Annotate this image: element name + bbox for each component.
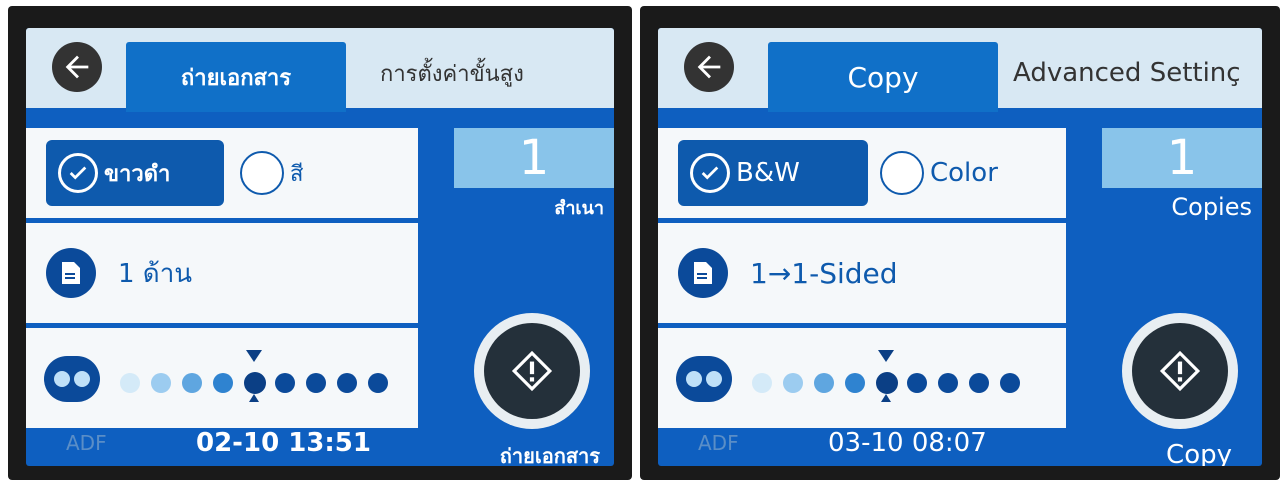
- density-dot[interactable]: [151, 373, 171, 393]
- copies-count[interactable]: 1: [454, 128, 614, 188]
- density-dot[interactable]: [182, 373, 202, 393]
- density-dot[interactable]: [783, 373, 803, 393]
- density-panel[interactable]: [26, 328, 418, 428]
- start-copy-button[interactable]: [474, 313, 590, 429]
- status-bar: ADF 02-10 13:51: [26, 420, 418, 466]
- back-arrow-icon: [697, 55, 721, 79]
- right-printer-screen: Copy Advanced Settinç B&W Color 1→1-Side…: [658, 28, 1262, 466]
- density-dot[interactable]: [752, 373, 772, 393]
- density-dot[interactable]: [969, 373, 989, 393]
- sided-label: 1→1-Sided: [750, 256, 898, 290]
- sided-panel[interactable]: 1→1-Sided: [658, 223, 1066, 323]
- right-printer-photo: Copy Advanced Settinç B&W Color 1→1-Side…: [640, 6, 1280, 480]
- tab-advanced-settings[interactable]: การตั้งค่าขั้นสูง: [356, 44, 614, 102]
- density-marker-icon: [881, 394, 891, 402]
- radio-ring-icon: [240, 151, 284, 195]
- start-label: Copy: [1166, 440, 1232, 466]
- adf-indicator: ADF: [698, 431, 739, 455]
- color-option[interactable]: Color: [880, 148, 998, 198]
- bw-label: ขาวดำ: [104, 161, 171, 187]
- color-mode-panel: B&W Color: [658, 128, 1066, 218]
- density-panel[interactable]: [658, 328, 1066, 428]
- bw-option[interactable]: B&W: [678, 140, 868, 206]
- document-icon: [46, 248, 96, 298]
- tab-copy[interactable]: Copy: [768, 42, 998, 112]
- density-dot[interactable]: [845, 373, 865, 393]
- color-label: Color: [930, 158, 998, 188]
- density-dot[interactable]: [938, 373, 958, 393]
- start-copy-icon: [511, 350, 553, 392]
- back-button[interactable]: [52, 42, 102, 92]
- document-icon: [678, 248, 728, 298]
- density-marker-icon: [246, 350, 262, 362]
- density-marker-icon: [878, 350, 894, 362]
- copies-label: Copies: [1171, 193, 1252, 221]
- sided-label: 1 ด้าน: [118, 258, 193, 289]
- density-dot[interactable]: [1000, 373, 1020, 393]
- left-printer-photo: ถ่ายเอกสาร การตั้งค่าขั้นสูง ขาวดำ สี 1 …: [8, 6, 632, 480]
- density-dot[interactable]: [275, 373, 295, 393]
- adf-indicator: ADF: [66, 431, 107, 455]
- start-label: ถ่ายเอกสาร: [499, 444, 600, 466]
- density-icon: [44, 356, 100, 402]
- tab-advanced-settings[interactable]: Advanced Settinç: [1003, 44, 1262, 102]
- date-time: 03-10 08:07: [828, 428, 987, 458]
- date-time: 02-10 13:51: [196, 428, 371, 458]
- tab-copy[interactable]: ถ่ายเอกสาร: [126, 42, 346, 112]
- density-dot[interactable]: [213, 373, 233, 393]
- tab-bar: ถ่ายเอกสาร การตั้งค่าขั้นสูง: [26, 28, 614, 112]
- density-dot[interactable]: [337, 373, 357, 393]
- back-button[interactable]: [684, 42, 734, 92]
- density-dot[interactable]: [876, 372, 898, 394]
- bw-option[interactable]: ขาวดำ: [46, 140, 224, 206]
- density-icon: [676, 356, 732, 402]
- density-marker-icon: [249, 394, 259, 402]
- color-mode-panel: ขาวดำ สี: [26, 128, 418, 218]
- density-dot[interactable]: [306, 373, 326, 393]
- radio-ring-icon: [880, 151, 924, 195]
- left-printer-screen: ถ่ายเอกสาร การตั้งค่าขั้นสูง ขาวดำ สี 1 …: [26, 28, 614, 466]
- start-copy-button[interactable]: [1122, 313, 1238, 429]
- density-dot[interactable]: [120, 373, 140, 393]
- density-dot[interactable]: [244, 372, 266, 394]
- back-arrow-icon: [65, 55, 89, 79]
- sided-panel[interactable]: 1 ด้าน: [26, 223, 418, 323]
- checkmark-icon: [690, 153, 730, 193]
- color-option[interactable]: สี: [240, 148, 303, 198]
- copies-count[interactable]: 1: [1102, 128, 1262, 188]
- copies-label: สำเนา: [554, 198, 604, 219]
- status-bar: ADF 03-10 08:07: [658, 420, 1066, 466]
- color-label: สี: [290, 161, 304, 187]
- bw-label: B&W: [736, 158, 800, 188]
- density-dot[interactable]: [907, 373, 927, 393]
- start-copy-icon: [1159, 350, 1201, 392]
- density-dot[interactable]: [814, 373, 834, 393]
- tab-bar: Copy Advanced Settinç: [658, 28, 1262, 112]
- density-dot[interactable]: [368, 373, 388, 393]
- checkmark-icon: [58, 153, 98, 193]
